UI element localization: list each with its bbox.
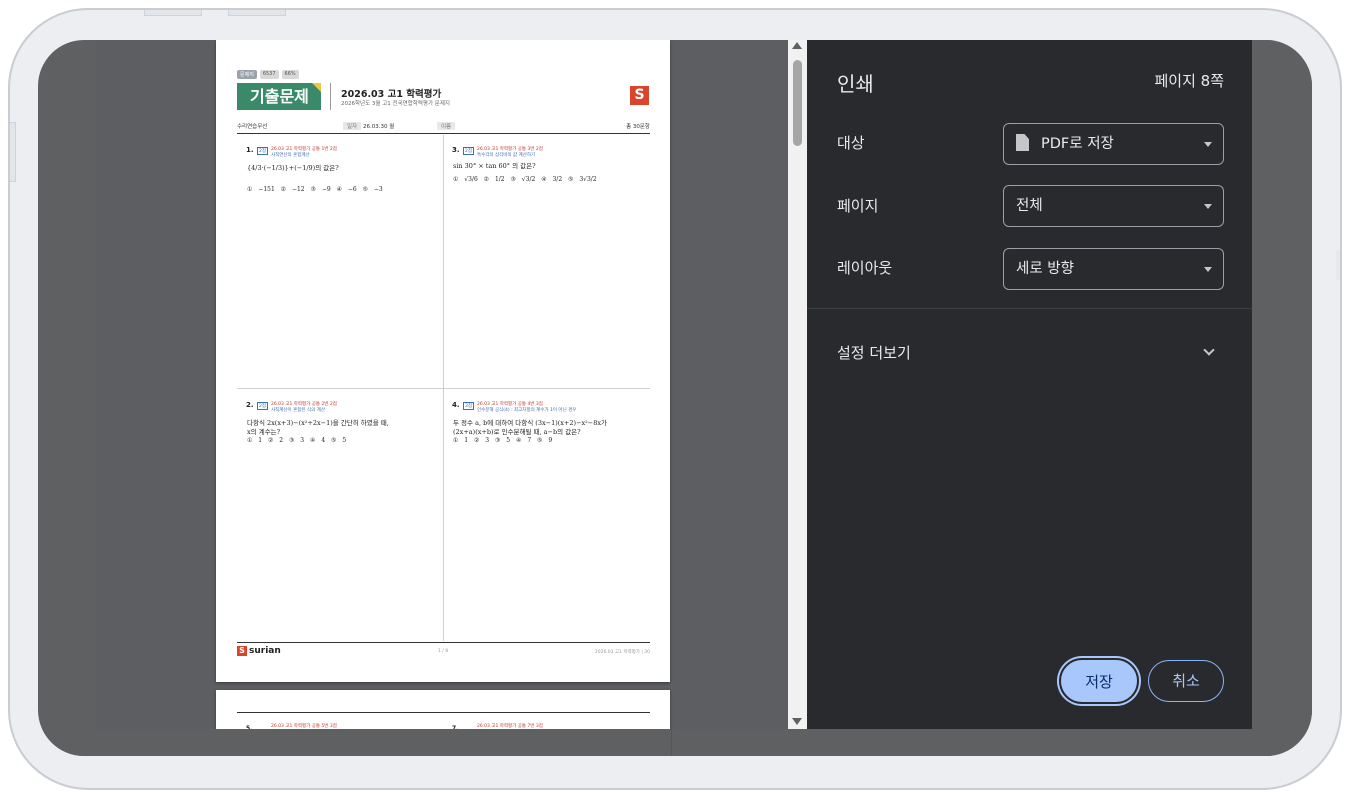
badge: 6537 [259, 70, 279, 79]
question-expression: sin 30° × tan 60° 의 값은? [453, 162, 536, 170]
brand-s-icon: S [237, 646, 247, 656]
question-choices: ① −151 ② −12 ③ −9 ④ −6 ⑤ −3 [247, 186, 383, 193]
title-separator [330, 83, 331, 110]
device-top-tab [144, 10, 202, 16]
question-source: 26.03 고1 학력평가 공통 5번 3점 [271, 724, 337, 729]
layout-select[interactable]: 세로 방향 [1003, 248, 1224, 290]
dropdown-caret-icon [1204, 204, 1212, 209]
surian-s-logo: S [630, 86, 649, 105]
preview-page-2: 5. 26.03 고1 학력평가 공통 5번 3점 7. 26.03 고1 학력… [216, 690, 670, 729]
device-top-tab [228, 10, 286, 16]
question-number: 1. [246, 146, 254, 154]
question-points: 3점 [463, 402, 475, 410]
exam-logo-text: 기출문제 [250, 87, 309, 106]
name-chip: 이름 [437, 122, 456, 130]
page-count: 페이지 8쪽 [1154, 72, 1224, 90]
question-choices: ① √3/6 ② 1/2 ③ √3/2 ④ 3/2 ⑤ 3√3/2 [453, 176, 597, 183]
destination-label: 대상 [837, 134, 865, 152]
background-shade [38, 729, 1312, 756]
question-points: 2점 [257, 147, 269, 155]
question-number: 7. [452, 725, 459, 729]
question-number: 2. [246, 401, 254, 409]
print-preview[interactable]: 문제지 6537 66% 기출문제 2026.03 고1 학력평가 2026학년… [96, 40, 807, 729]
date-chip: 일자 [343, 122, 362, 130]
print-dialog: 문제지 6537 66% 기출문제 2026.03 고1 학력평가 2026학년… [96, 40, 1252, 729]
preview-scrollbar[interactable] [788, 40, 807, 729]
background-divider [671, 729, 672, 756]
question-number: 3. [452, 146, 460, 154]
footer-rule [237, 642, 650, 643]
save-button[interactable]: 저장 [1059, 658, 1139, 704]
exam-subtitle: 2026학년도 3월 고1 전국연합학력평가 문제지 [341, 101, 450, 107]
dropdown-caret-icon [1204, 142, 1212, 147]
preview-page-1: 문제지 6537 66% 기출문제 2026.03 고1 학력평가 2026학년… [216, 40, 670, 682]
print-settings-panel: 인쇄 페이지 8쪽 대상 PDF로 저장 페이지 전체 레이아웃 세로 방향 설… [807, 40, 1252, 729]
question-choices: ① 1 ② 3 ③ 5 ④ 7 ⑤ 9 [453, 437, 553, 444]
layout-value: 세로 방향 [1016, 261, 1074, 277]
more-settings-toggle[interactable]: 설정 더보기 [837, 342, 911, 363]
exam-title: 2026.03 고1 학력평가 [341, 89, 442, 100]
question-expression-2: (2x+a)(x+b)로 인수분해될 때, a−b의 값은? [453, 428, 581, 436]
question-source: 26.03 고1 학력평가 공통 7번 3점 [477, 724, 543, 729]
exam-logo: 기출문제 [237, 83, 321, 110]
destination-value: PDF로 저장 [1041, 136, 1114, 152]
panel-title: 인쇄 [837, 72, 874, 96]
layout-label: 레이아웃 [837, 259, 893, 277]
destination-select[interactable]: PDF로 저장 [1003, 123, 1224, 165]
screen: 문제지 6537 66% 기출문제 2026.03 고1 학력평가 2026학년… [38, 40, 1312, 756]
logo-corner-mark [312, 83, 321, 92]
info-left: 수리연습무선 [237, 124, 268, 130]
question-choices: ① 1 ② 2 ③ 3 ④ 4 ⑤ 5 [247, 437, 347, 444]
header-rule [237, 712, 650, 713]
background-strip [1252, 40, 1312, 756]
page-footer: 2026.03 고1 학력평가 | 30 [594, 650, 650, 655]
page-number: 1 / 8 [438, 649, 449, 654]
question-points: 2점 [463, 147, 475, 155]
question-points: 2점 [257, 402, 269, 410]
brand-name: surian [249, 646, 281, 656]
dropdown-caret-icon [1204, 267, 1212, 272]
question-topic: 사칙연산의 혼합계산 [271, 153, 310, 158]
chevron-down-icon[interactable] [1203, 344, 1215, 356]
pages-label: 페이지 [837, 197, 879, 215]
badge: 66% [281, 70, 299, 79]
total-questions: 총 30문항 [626, 124, 650, 130]
question-topic: 인수분해 공식(4) : 최고차항의 계수가 1이 아닌 경우 [477, 408, 577, 413]
row-divider [237, 388, 650, 389]
cancel-button[interactable]: 취소 [1148, 660, 1224, 702]
surian-brand: Ssurian [237, 646, 281, 656]
badge: 문제지 [237, 70, 257, 79]
page-badges: 문제지 6537 66% [237, 70, 299, 79]
question-number: 5. [246, 725, 253, 729]
header-rule [237, 133, 650, 134]
scroll-down-arrow-icon[interactable] [792, 718, 802, 725]
question-number: 4. [452, 401, 460, 409]
pages-select[interactable]: 전체 [1003, 185, 1224, 227]
question-expression: {4/3·(−1/3)}+(−1/9)의 값은? [247, 164, 339, 172]
exam-info-row: 수리연습무선 일자 26.03.30 월 이름 총 30문항 [237, 122, 650, 132]
pages-value: 전체 [1016, 198, 1043, 214]
question-topic: 특수각의 삼각비의 값 계산하기 [477, 153, 536, 158]
device-side-button [1336, 250, 1340, 280]
question-expression-2: x의 계수는? [247, 428, 281, 436]
question-topic: 사칙계산이 혼합된 식의 계산 [271, 408, 325, 413]
document-icon [1016, 134, 1029, 151]
exam-date: 26.03.30 월 [363, 124, 395, 130]
scroll-thumb[interactable] [793, 60, 802, 146]
device-side-button [10, 122, 16, 182]
panel-divider [807, 308, 1252, 309]
scroll-up-arrow-icon[interactable] [792, 42, 802, 49]
